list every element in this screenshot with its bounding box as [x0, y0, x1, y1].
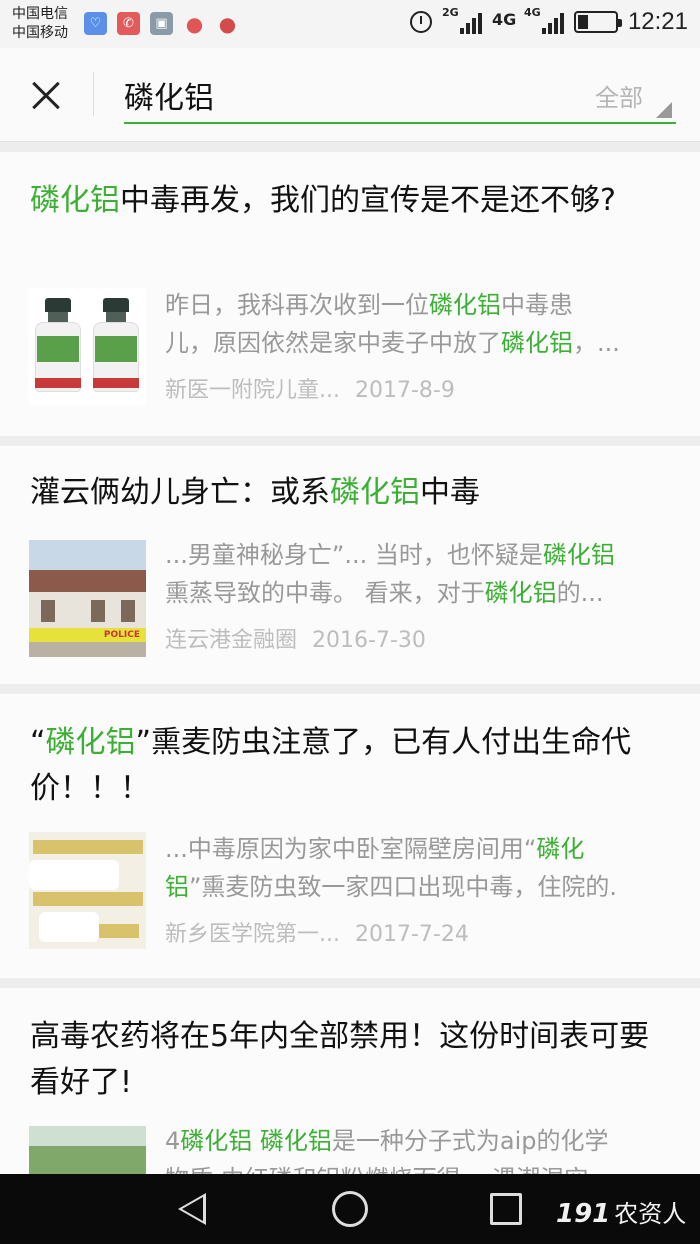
- location-pin-icon-2: ●: [218, 11, 237, 36]
- carrier-info: 中国电信 中国移动: [12, 5, 68, 43]
- search-input[interactable]: [124, 72, 574, 118]
- watermark-logo: 191 农资人: [556, 1199, 687, 1229]
- result-title[interactable]: 磷化铝中毒再发，我们的宣传是不是还不够?: [30, 178, 660, 224]
- result-date: 2017-8-9: [354, 378, 455, 403]
- notification-icons: ♡ ✆ ▣ ● ●: [84, 11, 239, 36]
- result-meta: 新医一附院儿童... 2017-8-9: [165, 372, 455, 404]
- result-source: 新乡医学院第一...: [165, 922, 340, 947]
- close-icon[interactable]: [24, 74, 68, 118]
- home-icon[interactable]: [332, 1191, 368, 1227]
- result-snippet-line-1: ...中毒原因为家中卧室隔壁房间用“磷化: [165, 835, 585, 863]
- result-snippet-line-1: ...男童神秘身亡”... 当时，也怀疑是磷化铝: [165, 541, 615, 569]
- result-snippet-line-2: 儿，原因依然是家中麦子中放了磷化铝，...: [165, 329, 620, 357]
- signal-4g-bars-icon: 4G: [524, 6, 564, 36]
- result-meta: 连云港金融圈 2016-7-30: [165, 622, 426, 654]
- missed-call-icon: ✆: [117, 12, 140, 35]
- header-divider: [93, 72, 94, 116]
- result-source: 新医一附院儿童...: [165, 378, 340, 403]
- location-pin-icon: ●: [185, 11, 204, 36]
- result-thumbnail[interactable]: POLICE: [29, 540, 146, 657]
- result-meta: 新乡医学院第一... 2017-7-24: [165, 916, 469, 948]
- battery-icon: [573, 11, 622, 33]
- result-thumbnail[interactable]: [29, 288, 146, 405]
- search-underline: [124, 122, 676, 124]
- result-date: 2016-7-30: [312, 628, 426, 653]
- gallery-icon: ▣: [150, 12, 173, 35]
- police-tape: POLICE: [29, 628, 146, 642]
- result-title[interactable]: 高毒农药将在5年内全部禁用！这份时间表可要看好了!: [30, 1014, 660, 1106]
- search-result-4[interactable]: 高毒农药将在5年内全部禁用！这份时间表可要看好了! 4磷化铝 磷化铝是一种分子式…: [0, 988, 700, 1174]
- result-snippet-line-2: 物质,由红磷和铝粉燃烧而得。 遇潮湿空: [165, 1160, 675, 1174]
- search-header: 全部: [0, 48, 700, 142]
- result-title[interactable]: 灌云俩幼儿身亡：或系磷化铝中毒: [30, 470, 660, 516]
- result-thumbnail[interactable]: [29, 1126, 146, 1174]
- system-icons: 2G 4G 4G 12:21: [409, 6, 688, 36]
- signal-2g-icon: 2G: [442, 6, 482, 36]
- status-bar: 中国电信 中国移动 ♡ ✆ ▣ ● ● 2G 4G 4G 12:21: [0, 0, 700, 48]
- result-thumbnail[interactable]: [29, 832, 146, 949]
- search-result-3[interactable]: “磷化铝”熏麦防虫注意了，已有人付出生命代价！！！ ...中毒原因为家中卧室隔壁…: [0, 694, 700, 978]
- carrier-1: 中国电信: [12, 6, 68, 22]
- filter-dropdown[interactable]: 全部: [595, 78, 643, 113]
- clock: 12:21: [627, 8, 688, 35]
- navigation-bar: 191 农资人: [0, 1174, 700, 1244]
- result-snippet-line-1: 昨日，我科再次收到一位磷化铝中毒患: [165, 291, 573, 319]
- result-title[interactable]: “磷化铝”熏麦防虫注意了，已有人付出生命代价！！！: [30, 720, 660, 812]
- back-icon[interactable]: [178, 1193, 206, 1225]
- search-result-2[interactable]: 灌云俩幼儿身亡：或系磷化铝中毒 POLICE ...男童神秘身亡”... 当时，…: [0, 446, 700, 684]
- recent-apps-icon[interactable]: [490, 1193, 522, 1225]
- result-date: 2017-7-24: [354, 922, 469, 947]
- dropdown-corner-icon: [656, 102, 672, 118]
- alarm-icon: [409, 11, 432, 33]
- result-snippet-line-2: 熏蒸导致的中毒。 看来，对于磷化铝的...: [165, 579, 604, 607]
- result-source: 连云港金融圈: [165, 628, 298, 653]
- carrier-2: 中国移动: [12, 25, 68, 41]
- signal-4g-icon: 4G: [491, 10, 517, 29]
- health-app-icon: ♡: [84, 12, 107, 35]
- search-result-1[interactable]: 磷化铝中毒再发，我们的宣传是不是还不够? 昨日，我科再次收到一位磷化铝中毒患 儿…: [0, 152, 700, 436]
- result-snippet-line-1: 4磷化铝 磷化铝是一种分子式为aip的化学: [165, 1127, 609, 1155]
- result-snippet-line-2: 铝”熏麦防虫致一家四口出现中毒，住院的.: [165, 873, 618, 901]
